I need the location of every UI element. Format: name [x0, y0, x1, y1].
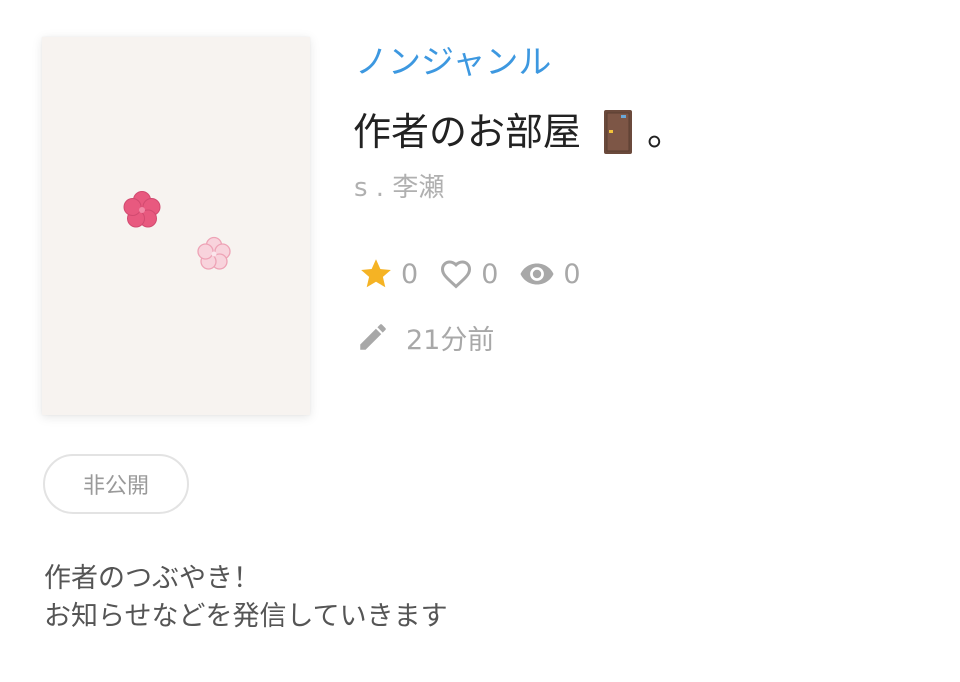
- star-count: 0: [358, 256, 418, 292]
- story-title-text: 作者のお部屋: [353, 110, 582, 154]
- pencil-icon: [360, 324, 386, 350]
- view-count-value: 0: [563, 258, 581, 290]
- door-icon: [603, 109, 633, 155]
- last-updated-text: 21分前: [406, 324, 495, 356]
- like-count-value: 0: [481, 258, 499, 290]
- story-title[interactable]: 作者のお部屋 。: [353, 106, 685, 158]
- description-line: お知らせなどを発信していきます: [44, 601, 448, 632]
- last-updated: 21分前: [356, 316, 494, 358]
- description-line: 作者のつぶやき！: [44, 563, 260, 594]
- flower-icon: [123, 191, 161, 228]
- star-count-value: 0: [401, 258, 419, 290]
- author-name[interactable]: s . 李瀬: [354, 170, 444, 206]
- like-count: 0: [438, 256, 498, 292]
- story-title-suffix: 。: [647, 110, 686, 154]
- visibility-badge: 非公開: [43, 454, 189, 514]
- star-icon: [361, 259, 391, 288]
- view-count: 0: [518, 256, 581, 292]
- heart-icon: [441, 260, 472, 289]
- story-stats: 0 0 0: [358, 252, 581, 296]
- cover-image[interactable]: [42, 37, 310, 415]
- flower-icon: [197, 236, 231, 270]
- eye-icon: [520, 263, 554, 285]
- story-description: 作者のつぶやき！ お知らせなどを発信していきます: [44, 560, 448, 636]
- genre-link[interactable]: ノンジャンル: [355, 40, 551, 84]
